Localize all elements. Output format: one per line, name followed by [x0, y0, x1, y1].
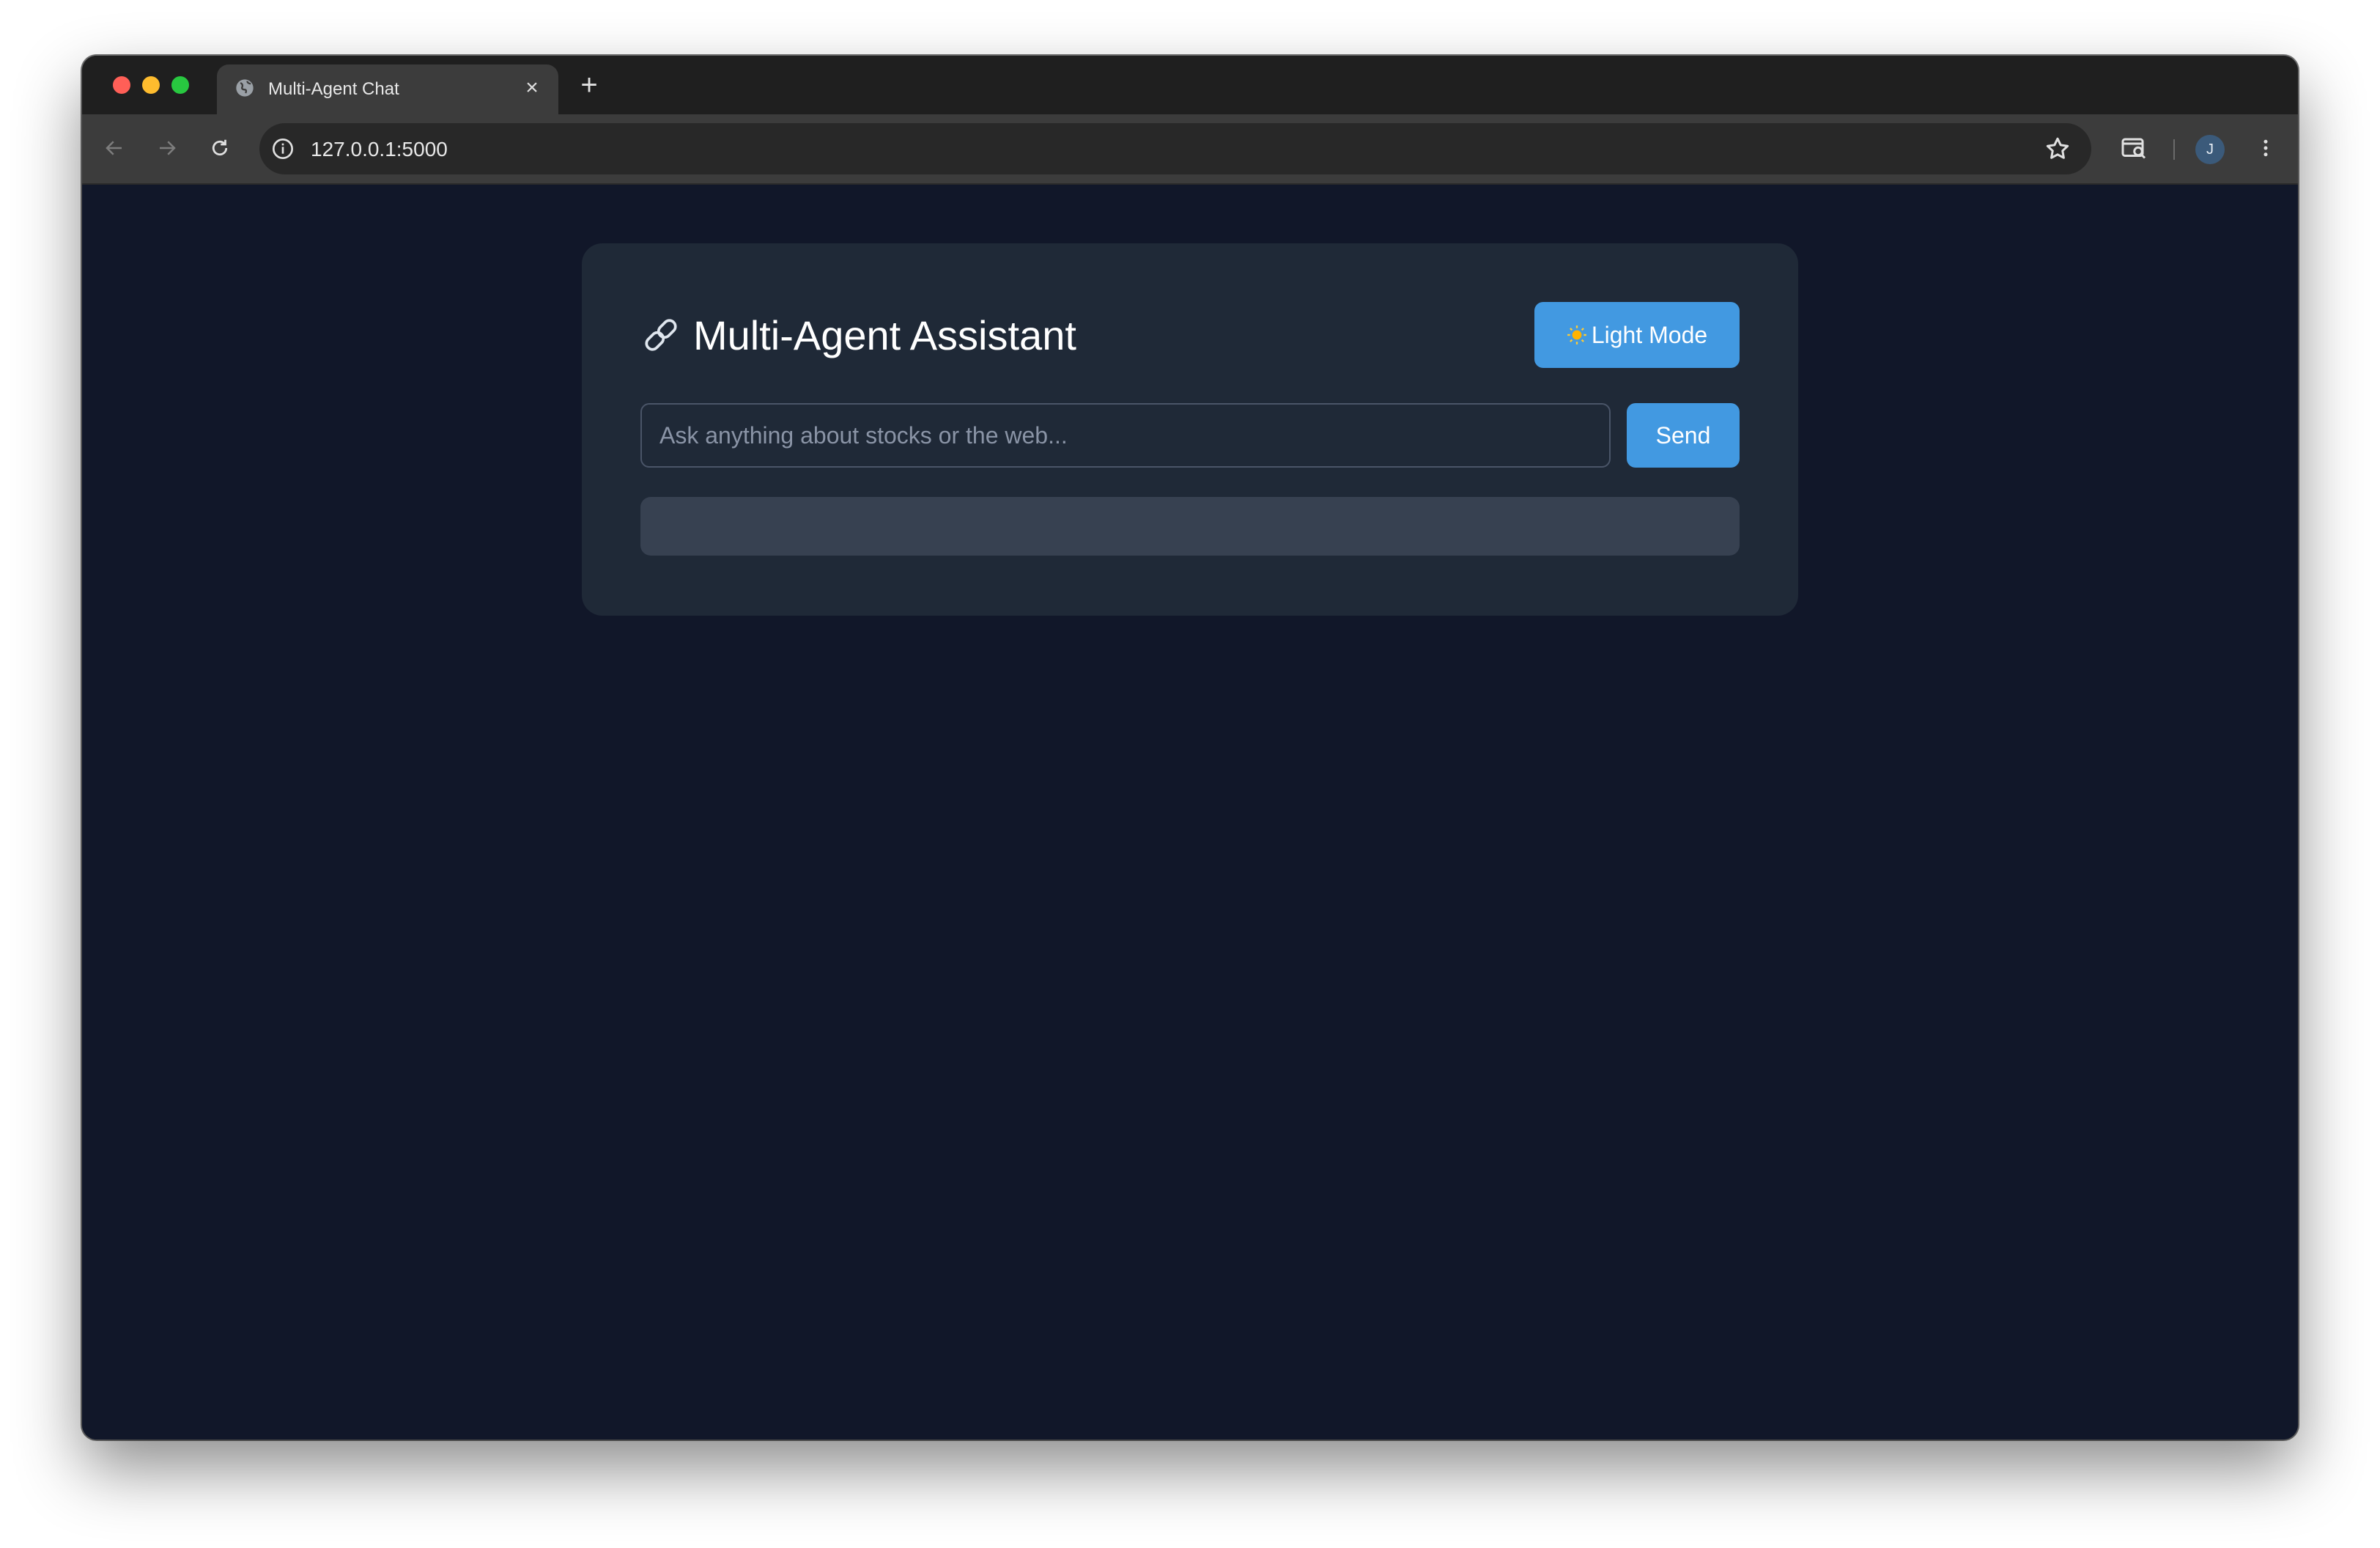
- tab-search-icon: [2121, 138, 2146, 159]
- reload-icon: [212, 139, 228, 156]
- back-button[interactable]: [97, 130, 132, 166]
- url-text[interactable]: 127.0.0.1:5000: [311, 138, 448, 161]
- forward-button[interactable]: [149, 130, 185, 166]
- globe-icon: [236, 79, 254, 97]
- tab-search-button[interactable]: [2118, 132, 2150, 164]
- address-bar[interactable]: 127.0.0.1:5000: [259, 123, 2091, 174]
- arrow-right-icon: [160, 141, 176, 155]
- page-title: Multi-Agent Assistant: [640, 302, 1076, 368]
- page-viewport: Multi-Agent Assistant Light Mode Ask any…: [82, 185, 2298, 1440]
- browser-menu-button[interactable]: [2250, 132, 2282, 164]
- toolbar-divider: [2173, 139, 2175, 160]
- chat-card: Multi-Agent Assistant Light Mode Ask any…: [582, 243, 1798, 616]
- link-icon: [645, 319, 677, 351]
- new-tab-button[interactable]: +: [574, 70, 604, 100]
- bookmark-star-icon[interactable]: [2044, 136, 2071, 162]
- close-window-button[interactable]: [113, 76, 130, 94]
- response-area: [640, 497, 1740, 556]
- tab-multi-agent-chat[interactable]: Multi-Agent Chat ×: [217, 64, 558, 114]
- site-info-icon[interactable]: [271, 137, 295, 161]
- browser-toolbar: 127.0.0.1:5000 J: [82, 114, 2298, 185]
- tab-strip: Multi-Agent Chat × +: [82, 56, 2298, 114]
- minimize-window-button[interactable]: [142, 76, 160, 94]
- light-mode-label: Light Mode: [1591, 321, 1708, 348]
- profile-avatar[interactable]: J: [2195, 135, 2225, 164]
- more-vertical-icon: [2263, 139, 2268, 157]
- light-mode-toggle-button[interactable]: Light Mode: [1534, 302, 1740, 368]
- maximize-window-button[interactable]: [171, 76, 189, 94]
- browser-window: Multi-Agent Chat × + 127.0.0.1:5000 J Mu…: [82, 56, 2298, 1440]
- card-header: Multi-Agent Assistant Light Mode: [640, 302, 1740, 368]
- sun-icon: [1567, 325, 1586, 344]
- arrow-left-icon: [106, 141, 122, 155]
- tab-close-icon[interactable]: ×: [520, 76, 544, 100]
- reload-button[interactable]: [202, 130, 237, 166]
- page-title-text: Multi-Agent Assistant: [693, 312, 1076, 358]
- send-button[interactable]: Send: [1627, 403, 1740, 468]
- query-input[interactable]: [640, 403, 1611, 468]
- tab-title: Multi-Agent Chat: [268, 79, 399, 99]
